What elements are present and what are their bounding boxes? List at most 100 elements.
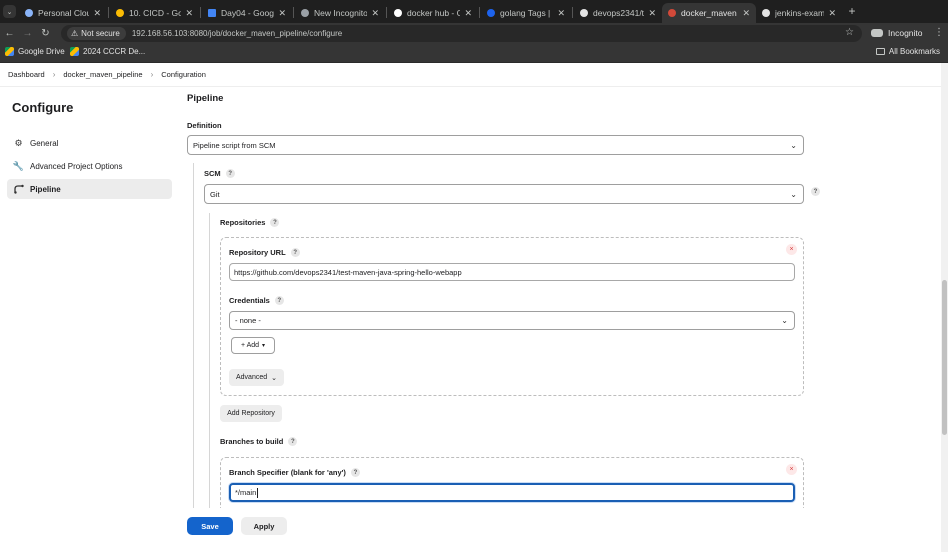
breadcrumb-dashboard[interactable]: Dashboard bbox=[8, 70, 45, 79]
close-icon[interactable]: ✕ bbox=[557, 8, 565, 19]
help-icon[interactable]: ? bbox=[811, 187, 820, 196]
branches-label: Branches to build ? bbox=[220, 437, 298, 446]
browser-tab-strip: ⌄ Personal Cloud ✕ 10. CICD - Goog ✕ Day… bbox=[0, 0, 948, 23]
browser-tab[interactable]: 10. CICD - Goog ✕ bbox=[110, 3, 199, 23]
scm-label: SCM ? bbox=[204, 169, 235, 178]
browser-tab[interactable]: Personal Cloud ✕ bbox=[19, 3, 107, 23]
close-icon[interactable]: ✕ bbox=[371, 8, 379, 19]
close-icon[interactable]: ✕ bbox=[464, 8, 472, 19]
page-scrollbar-thumb[interactable] bbox=[942, 280, 947, 435]
plus-icon: + bbox=[848, 4, 856, 18]
help-icon[interactable]: ? bbox=[225, 169, 235, 178]
repository-url-label: Repository URL ? bbox=[229, 248, 300, 257]
arrow-right-icon: → bbox=[22, 28, 33, 39]
bookmark-label: 2024 CCCR De... bbox=[83, 47, 146, 56]
tab-search-button[interactable]: ⌄ bbox=[3, 5, 16, 18]
sidebar-item-general[interactable]: ⚙ General bbox=[7, 133, 172, 153]
google-favicon-icon bbox=[394, 9, 402, 17]
branch-specifier-input[interactable]: */main bbox=[229, 483, 795, 502]
branch-specifier-label: Branch Specifier (blank for 'any') ? bbox=[229, 468, 360, 477]
remove-branch-button[interactable]: × bbox=[786, 464, 797, 475]
close-icon[interactable]: ✕ bbox=[742, 8, 750, 19]
advanced-button[interactable]: Advanced ⌄ bbox=[229, 369, 284, 386]
help-icon[interactable]: ? bbox=[290, 248, 300, 257]
help-icon[interactable]: ? bbox=[270, 218, 280, 227]
browser-tab[interactable]: golang Tags | D ✕ bbox=[481, 3, 571, 23]
definition-select[interactable]: Pipeline script from SCM ⌄ bbox=[187, 135, 804, 155]
tab-label: docker hub - Go bbox=[407, 8, 461, 18]
tab-label: jenkins-exampl bbox=[775, 8, 825, 18]
add-repository-button[interactable]: Add Repository bbox=[220, 405, 282, 422]
bookmark-label: Google Drive bbox=[18, 47, 65, 56]
bookmark-star-icon[interactable]: ☆ bbox=[845, 27, 854, 38]
browser-tab[interactable]: docker hub - Go ✕ bbox=[388, 3, 478, 23]
help-icon[interactable]: ? bbox=[274, 296, 284, 305]
chevron-right-icon: › bbox=[52, 70, 56, 79]
add-credentials-button[interactable]: + Add ▾ bbox=[231, 337, 275, 354]
credentials-value: - none - bbox=[235, 316, 261, 325]
breadcrumb-job[interactable]: docker_maven_pipeline bbox=[63, 70, 142, 79]
bookmark-cccr[interactable]: 2024 CCCR De... bbox=[70, 47, 145, 56]
browser-tab[interactable]: New Incognito ✕ bbox=[295, 3, 385, 23]
tab-label: golang Tags | D bbox=[500, 8, 554, 18]
repository-url-input[interactable]: https://github.com/devops2341/test-maven… bbox=[229, 263, 795, 281]
scm-value: Git bbox=[210, 189, 220, 199]
save-button[interactable]: Save bbox=[187, 517, 233, 535]
breadcrumb: Dashboard › docker_maven_pipeline › Conf… bbox=[0, 63, 941, 87]
credentials-select[interactable]: - none - ⌄ bbox=[229, 311, 795, 330]
jenkins-page: Dashboard › docker_maven_pipeline › Conf… bbox=[0, 63, 941, 552]
close-icon[interactable]: ✕ bbox=[185, 8, 193, 19]
all-bookmarks-label: All Bookmarks bbox=[888, 47, 940, 56]
chevron-down-icon: ⌄ bbox=[790, 141, 797, 150]
breadcrumb-configuration[interactable]: Configuration bbox=[161, 70, 206, 79]
github-favicon-icon bbox=[580, 9, 588, 17]
address-bar[interactable]: ⚠ Not secure 192.168.56.103:8080/job/doc… bbox=[61, 25, 862, 42]
remove-repository-button[interactable]: × bbox=[786, 244, 797, 255]
close-icon[interactable]: ✕ bbox=[828, 8, 836, 19]
apply-button[interactable]: Apply bbox=[241, 517, 287, 535]
new-tab-button[interactable]: + bbox=[845, 4, 859, 18]
sidebar-item-pipeline[interactable]: Pipeline bbox=[7, 179, 172, 199]
browser-tab[interactable]: devops2341/te ✕ bbox=[574, 3, 662, 23]
help-icon[interactable]: ? bbox=[350, 468, 360, 477]
reload-button[interactable]: ↻ bbox=[39, 27, 52, 40]
docker-favicon-icon bbox=[487, 9, 495, 17]
definition-value: Pipeline script from SCM bbox=[193, 140, 276, 150]
jenkins-favicon-icon bbox=[668, 9, 676, 17]
help-icon[interactable]: ? bbox=[288, 437, 298, 446]
scm-select[interactable]: Git ⌄ bbox=[204, 184, 804, 204]
definition-label: Definition bbox=[187, 121, 222, 130]
browser-tab[interactable]: jenkins-exampl ✕ bbox=[756, 3, 842, 23]
browser-menu-button[interactable]: ⋮ bbox=[934, 27, 944, 38]
repository-url-value: https://github.com/devops2341/test-maven… bbox=[234, 267, 462, 277]
nesting-line bbox=[209, 213, 210, 508]
incognito-profile-button[interactable]: Incognito bbox=[871, 28, 923, 38]
browser-tab-active[interactable]: docker_maven ✕ bbox=[662, 3, 756, 23]
chevron-down-icon: ⌄ bbox=[790, 190, 797, 199]
url-text[interactable]: 192.168.56.103:8080/job/docker_maven_pip… bbox=[132, 29, 342, 38]
bookmark-google-drive[interactable]: Google Drive bbox=[5, 47, 65, 56]
close-icon[interactable]: ✕ bbox=[278, 8, 286, 19]
sidebar-item-advanced-project-options[interactable]: 🔧 Advanced Project Options bbox=[7, 156, 172, 176]
browser-tab[interactable]: Day04 - Google ✕ bbox=[202, 3, 292, 23]
all-bookmarks-button[interactable]: All Bookmarks bbox=[875, 47, 940, 56]
chevron-right-icon: › bbox=[150, 70, 154, 79]
forward-button[interactable]: → bbox=[21, 27, 34, 40]
form-action-bar: Save Apply bbox=[0, 508, 941, 552]
warning-icon: ⚠ bbox=[71, 29, 79, 38]
close-icon[interactable]: ✕ bbox=[648, 8, 656, 19]
back-button[interactable]: ← bbox=[3, 27, 16, 40]
incognito-favicon-icon bbox=[301, 9, 309, 17]
pipeline-icon bbox=[13, 184, 24, 195]
sidebar-item-label: General bbox=[30, 138, 59, 148]
section-title-pipeline: Pipeline bbox=[187, 93, 224, 104]
drive-favicon-icon bbox=[116, 9, 124, 17]
security-label: Not secure bbox=[81, 29, 120, 38]
close-icon[interactable]: ✕ bbox=[93, 8, 101, 19]
browser-toolbar: ← → ↻ ⚠ Not secure 192.168.56.103:8080/j… bbox=[0, 23, 948, 44]
security-chip[interactable]: ⚠ Not secure bbox=[67, 27, 126, 40]
more-vertical-icon: ⋮ bbox=[934, 27, 944, 38]
chevron-down-icon: ⌄ bbox=[781, 316, 788, 325]
repositories-label: Repositories ? bbox=[220, 218, 280, 227]
sidebar-item-label: Advanced Project Options bbox=[30, 161, 123, 171]
